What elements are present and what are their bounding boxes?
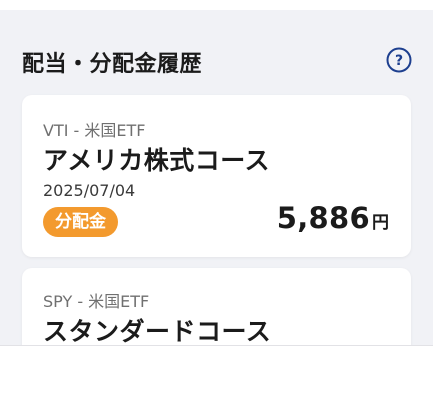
section-header: 配当・分配金履歴 ? <box>22 44 414 80</box>
fund-label: SPY - 米国ETF <box>43 292 150 311</box>
bottom-bar <box>0 345 433 401</box>
payment-date: 2025/07/04 <box>43 181 136 200</box>
question-circle-icon[interactable]: ? <box>386 47 412 73</box>
course-name: アメリカ株式コース <box>43 146 271 175</box>
amount-value: 5,886 <box>276 201 370 235</box>
section-title: 配当・分配金履歴 <box>22 52 203 77</box>
svg-text:?: ? <box>395 53 403 69</box>
distribution-badge: 分配金 <box>43 207 118 237</box>
course-name: スタンダードコース <box>43 317 272 345</box>
status-bar-area <box>0 0 433 10</box>
fund-label: VTI - 米国ETF <box>43 121 146 140</box>
dividend-card[interactable]: SPY - 米国ETF スタンダードコース <box>22 268 411 345</box>
amount: 5,886 円 <box>277 201 389 235</box>
dividend-history-page: 配当・分配金履歴 ? VTI - 米国ETF アメリカ株式コース 2025/07… <box>0 10 433 345</box>
dividend-card[interactable]: VTI - 米国ETF アメリカ株式コース 2025/07/04 分配金 5,8… <box>22 95 411 257</box>
amount-unit: 円 <box>372 213 389 233</box>
